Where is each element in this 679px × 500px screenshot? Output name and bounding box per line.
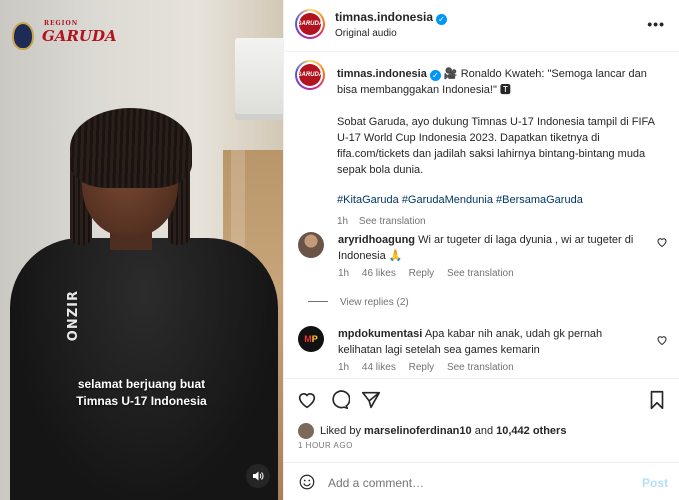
verified-badge-icon: ✓ <box>436 14 448 25</box>
more-options-icon[interactable]: ••• <box>647 16 665 32</box>
liked-by-and: and <box>474 425 494 437</box>
speaker-icon <box>253 471 264 481</box>
like-comment-heart-icon[interactable] <box>656 236 668 248</box>
comment-username[interactable]: mpdokumentasi <box>338 328 422 340</box>
like-comment-heart-icon[interactable] <box>656 334 668 346</box>
like-heart-icon[interactable] <box>296 389 318 411</box>
caption-time: 1h <box>337 216 349 227</box>
shirt-brand: ONZIR <box>66 290 81 342</box>
pssi-logo-icon <box>12 22 34 50</box>
comment-likes[interactable]: 46 likes <box>362 268 396 279</box>
add-comment-bar: Post <box>284 462 679 500</box>
caption-body: Sobat Garuda, ayo dukung Timnas U-17 Ind… <box>337 116 655 176</box>
caption-meta: 1h See translation <box>337 214 657 230</box>
reply-button[interactable]: Reply <box>409 362 435 373</box>
comment-avatar[interactable]: MP <box>298 326 324 352</box>
comment-time: 1h <box>338 362 350 373</box>
verified-badge-icon: ✓ <box>429 70 441 81</box>
caption-text: timnas.indonesia ✓ 🎥 Ronaldo Kwateh: "Sem… <box>337 66 657 230</box>
see-translation-link[interactable]: See translation <box>447 362 514 373</box>
share-send-icon[interactable] <box>360 389 382 411</box>
reply-button[interactable]: Reply <box>409 268 435 279</box>
avatar[interactable]: GARUDA <box>295 9 325 39</box>
comment-meta: 1h 46 likes Reply See translation <box>338 268 524 279</box>
post-panel: GARUDA timnas.indonesia ✓ Original audio … <box>283 0 679 500</box>
liked-by: Liked by marselinoferdinan10 and 10,442 … <box>298 423 566 439</box>
comment-likes[interactable]: 44 likes <box>362 362 396 373</box>
see-translation-link[interactable]: See translation <box>447 268 514 279</box>
caption-avatar[interactable]: GARUDA <box>295 60 325 90</box>
video-subtitle-line2: Timnas U-17 Indonesia <box>76 394 207 408</box>
post-header: GARUDA timnas.indonesia ✓ Original audio … <box>284 0 679 52</box>
emoji-icon[interactable] <box>298 473 316 491</box>
comment-bubble-icon[interactable] <box>328 389 350 411</box>
person-shirt <box>10 238 278 500</box>
caption-username[interactable]: timnas.indonesia <box>337 68 427 80</box>
see-translation-link[interactable]: See translation <box>359 216 426 227</box>
comment-meta: 1h 44 likes Reply See translation <box>338 362 524 373</box>
liked-by-user[interactable]: marselinoferdinan10 <box>364 425 472 437</box>
liked-by-others[interactable]: 10,442 others <box>496 425 566 437</box>
bookmark-icon[interactable] <box>646 389 668 411</box>
comment-text: aryridhoagung Wi ar tugeter di laga dyun… <box>338 232 643 264</box>
caption-title-emoji: 🎥 <box>443 68 458 80</box>
video-subtitle: selamat berjuang buat Timnas U-17 Indone… <box>0 376 283 410</box>
person-hair <box>70 108 192 188</box>
comment-text: mpdokumentasi Apa kabar nih anak, udah g… <box>338 326 643 358</box>
air-conditioner <box>235 38 283 120</box>
post-timestamp[interactable]: 1 HOUR AGO <box>298 441 353 450</box>
comment-time: 1h <box>338 268 350 279</box>
mute-button[interactable] <box>246 464 270 488</box>
action-bar <box>284 378 679 418</box>
post-comment-button[interactable]: Post <box>642 476 668 490</box>
video-player[interactable]: ONZIR REGION GARUDA selamat berjuang buat… <box>0 0 283 500</box>
garuda-logo: REGION GARUDA <box>42 20 117 45</box>
comment-username[interactable]: aryridhoagung <box>338 234 415 246</box>
liked-by-prefix: Liked by <box>320 425 361 437</box>
view-replies-button[interactable]: View replies (2) <box>340 297 409 308</box>
caption-hashtags[interactable]: #KitaGaruda #GarudaMendunia #BersamaGaru… <box>337 192 657 208</box>
add-comment-input[interactable] <box>328 476 608 490</box>
liked-by-avatar[interactable] <box>298 423 314 439</box>
audio-label[interactable]: Original audio <box>335 28 397 39</box>
header-username[interactable]: timnas.indonesia ✓ <box>335 10 448 25</box>
comment-avatar[interactable] <box>298 232 324 258</box>
video-subtitle-line1: selamat berjuang buat <box>77 377 206 391</box>
